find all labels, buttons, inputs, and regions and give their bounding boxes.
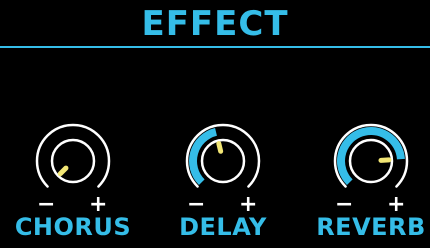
reverb-label: REVERB bbox=[316, 213, 426, 241]
chorus-label: CHORUS bbox=[14, 213, 132, 241]
knob-delay[interactable]: − + DELAY bbox=[173, 116, 273, 248]
reverb-indicator bbox=[378, 157, 392, 163]
delay-dial[interactable] bbox=[173, 116, 273, 200]
delay-inner-ring bbox=[200, 138, 246, 184]
reverb-dial[interactable] bbox=[321, 116, 421, 200]
chorus-dial[interactable] bbox=[23, 116, 123, 200]
delay-label: DELAY bbox=[179, 213, 267, 241]
page-title: EFFECT bbox=[141, 4, 289, 44]
chorus-inner-ring bbox=[50, 138, 96, 184]
effect-screen: EFFECT − + CHORUS − + DELAY − + REVERB bbox=[0, 0, 430, 248]
header-divider bbox=[0, 46, 430, 48]
delay-indicator bbox=[216, 141, 224, 154]
knob-reverb[interactable]: − + REVERB bbox=[316, 116, 425, 248]
knob-chorus[interactable]: − + CHORUS bbox=[15, 116, 131, 248]
